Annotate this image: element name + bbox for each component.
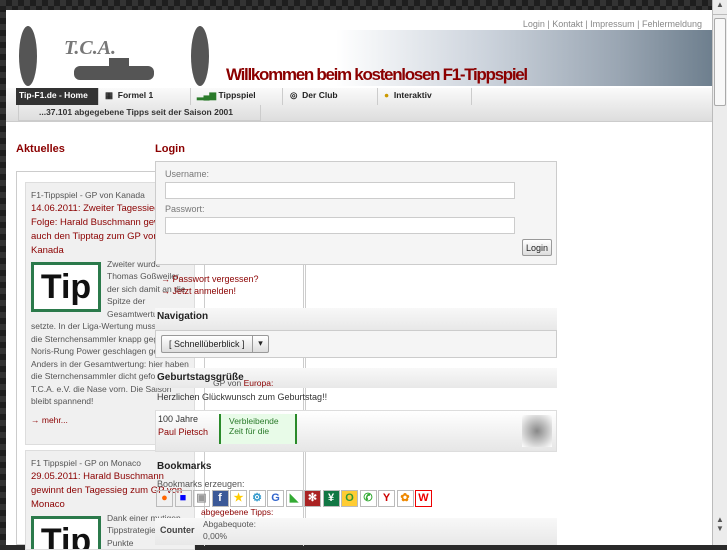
tips-ticker: ...37.101 abgegebene Tipps seit der Sais… (18, 105, 261, 121)
favoriten-star-icon[interactable]: ★ (230, 490, 247, 507)
linkarena-icon[interactable]: ⚙ (249, 490, 266, 507)
forgot-password-link[interactable]: → Passwort vergessen? (161, 274, 259, 284)
checkered-flag-icon: ▦ (105, 90, 113, 100)
select-value: [ Schnellüberblick ] (169, 339, 245, 349)
top-links: Login | Kontakt | Impressum | Fehlermeld… (523, 19, 702, 29)
bookmark-icons: ●■▣f★⚙G◣✻¥O✆Y✿W (156, 490, 434, 507)
nav-label: Formel 1 (118, 90, 153, 100)
birthday-card: 100 Jahre Paul Pietsch (155, 410, 557, 452)
digg-icon[interactable]: ▣ (193, 490, 210, 507)
nav-label: Tippspiel (218, 90, 255, 100)
bookmarks-title: Bookmarks (155, 459, 557, 477)
club-logo-icon: ◎ (290, 90, 297, 100)
page: Login | Kontakt | Impressum | Fehlermeld… (6, 10, 712, 545)
scroll-down-arrow-icon[interactable]: ▲▼ (713, 515, 727, 545)
chat-icon: ● (384, 90, 389, 100)
delicious-icon[interactable]: ■ (175, 490, 192, 507)
tip-image: Tip (31, 262, 101, 312)
yigg-icon[interactable]: ✻ (304, 490, 321, 507)
gp-label: GP von (213, 378, 241, 388)
google-icon[interactable]: G (267, 490, 284, 507)
link-login[interactable]: Login (523, 19, 545, 29)
login-button[interactable]: Login (522, 239, 552, 256)
nav-home[interactable]: Tip-F1.de - Home (16, 88, 99, 105)
nav-label: Interaktiv (394, 90, 432, 100)
facebook-icon[interactable]: f (212, 490, 229, 507)
abgabequote-label: Abgabequote: (203, 519, 256, 529)
nav-label: Der Club (302, 90, 337, 100)
aktuelles-title: Aktuelles (16, 143, 65, 155)
password-label: Passwort: (165, 204, 205, 214)
register-link[interactable]: → Jetzt anmelden! (161, 286, 236, 296)
quick-nav-select[interactable]: [ Schnellüberblick ] ▾ (161, 335, 269, 353)
welcome-heading: Willkommen beim kostenlosen F1-Tippspiel (226, 65, 527, 85)
webnews-icon[interactable]: ¥ (323, 490, 340, 507)
nav-formel1[interactable]: ▦ Formel 1 (101, 88, 191, 105)
gp-link[interactable]: Europa: (244, 378, 274, 388)
birthday-name[interactable]: Paul Pietsch (158, 427, 208, 437)
abgabequote-value: 0,00% (203, 531, 227, 541)
signal-bars-icon: ▂▄▆ (197, 90, 216, 100)
nav-tippspiel[interactable]: ▂▄▆ Tippspiel (193, 88, 283, 105)
username-input[interactable] (165, 182, 515, 199)
mister-wong-icon[interactable]: ● (156, 490, 173, 507)
link-fehlermeldung[interactable]: Fehlermeldung (642, 19, 702, 29)
tca-logo[interactable]: T.C.A. (14, 26, 214, 86)
username-label: Username: (165, 169, 209, 179)
navigation-title: Navigation (155, 308, 557, 330)
oneview-icon[interactable]: ◣ (286, 490, 303, 507)
wikio-icon[interactable]: W (415, 490, 432, 507)
svg-text:T.C.A.: T.C.A. (64, 37, 116, 59)
bookmarks-label: Bookmarks erzeugen: (157, 479, 245, 489)
link-kontakt[interactable]: Kontakt (552, 19, 583, 29)
chevron-down-icon: ▾ (252, 336, 268, 352)
countdown-box: Verbleibende Zeit für die (219, 414, 297, 444)
icio-icon[interactable]: ✆ (360, 490, 377, 507)
folkd-icon[interactable]: O (341, 490, 358, 507)
scrollbar-thumb[interactable] (714, 18, 726, 106)
nav-der-club[interactable]: ◎ Der Club (286, 88, 378, 105)
birthday-age: 100 Jahre (158, 414, 198, 424)
login-panel: Username: Passwort: Login (155, 161, 557, 265)
scroll-up-arrow-icon[interactable]: ▲ (713, 0, 727, 15)
vertical-scrollbar[interactable]: ▲ ▲▼ (712, 0, 727, 545)
password-input[interactable] (165, 217, 515, 234)
nav-interaktiv[interactable]: ● Interaktiv (380, 88, 472, 105)
yahoo-icon[interactable]: Y (378, 490, 395, 507)
link-impressum[interactable]: Impressum (590, 19, 635, 29)
seekxl-icon[interactable]: ✿ (397, 490, 414, 507)
person-photo (522, 415, 552, 447)
main-nav: Tip-F1.de - Home ▦ Formel 1 ▂▄▆ Tippspie… (6, 88, 712, 122)
navigation-panel: [ Schnellüberblick ] ▾ (155, 330, 557, 358)
birthday-text: Herzlichen Glückwunsch zum Geburtstag!! (157, 392, 327, 402)
login-title: Login (155, 143, 185, 155)
abgegebene-tipps: abgegebene Tipps: (201, 507, 273, 517)
